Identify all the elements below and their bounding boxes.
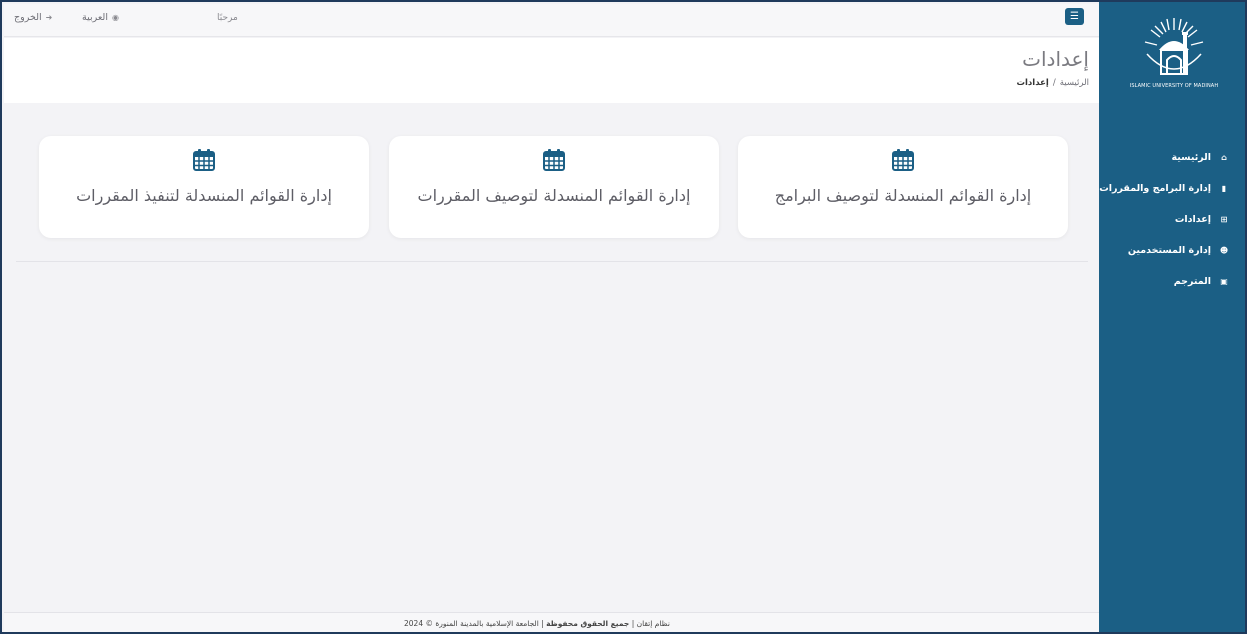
sidebar-item-label: الرئيسية: [1171, 152, 1211, 163]
home-icon: ⌂: [1221, 153, 1227, 162]
logout-label: الخروج: [14, 12, 42, 23]
card-course-description-dropdowns[interactable]: إدارة القوائم المنسدلة لتوصيف المقررات: [389, 136, 719, 238]
university-logo[interactable]: ISLAMIC UNIVERSITY OF MADINAH: [1117, 14, 1231, 106]
breadcrumb-home[interactable]: الرئيسية: [1060, 78, 1089, 88]
logo-caption: ISLAMIC UNIVERSITY OF MADINAH: [1129, 83, 1219, 89]
calendar-icon: [192, 148, 216, 176]
hamburger-icon[interactable]: ☰: [1065, 8, 1084, 25]
book-icon: ▮: [1221, 184, 1227, 193]
breadcrumb-current: إعدادات: [1016, 78, 1049, 88]
footer-org: | الجامعة الإسلامية بالمدينة المنورة © 2…: [404, 619, 544, 628]
footer: نظام إتقان | جميع الحقوق محفوظة | الجامع…: [4, 612, 1101, 632]
language-icon: ▣: [1220, 277, 1228, 286]
sidebar: ISLAMIC UNIVERSITY OF MADINAH ⌂ الرئيسية…: [1099, 2, 1245, 632]
sidebar-item-label: إعدادات: [1174, 214, 1211, 225]
language-label: العربية: [82, 12, 108, 23]
footer-text: نظام إتقان | جميع الحقوق محفوظة | الجامع…: [404, 619, 670, 628]
sidebar-item-home[interactable]: ⌂ الرئيسية: [1099, 142, 1245, 173]
footer-system: نظام إتقان |: [631, 619, 670, 628]
sidebar-item-label: إدارة المستخدمين: [1127, 245, 1211, 256]
sidebar-menu: ⌂ الرئيسية ▮ إدارة البرامج والمقررات ⊞ إ…: [1099, 142, 1245, 297]
users-icon: ☻: [1219, 246, 1229, 255]
card-course-execution-dropdowns[interactable]: إدارة القوائم المنسدلة لتنفيذ المقررات: [39, 136, 369, 238]
sidebar-item-label: إدارة البرامج والمقررات: [1099, 183, 1211, 194]
sidebar-item-translator[interactable]: ▣ المترجم: [1099, 266, 1245, 297]
card-program-dropdowns[interactable]: إدارة القوائم المنسدلة لتوصيف البرامج: [738, 136, 1068, 238]
university-emblem: [1144, 18, 1204, 75]
calendar-icon: [542, 148, 566, 176]
globe-icon: ◉: [111, 13, 119, 22]
breadcrumb: الرئيسية / إعدادات: [1016, 78, 1089, 88]
app-frame: ☰ مرحبًا ◉ العربية ➜ الخروج إعدادات الرئ…: [0, 0, 1247, 634]
sidebar-item-programs-courses[interactable]: ▮ إدارة البرامج والمقررات: [1099, 173, 1245, 204]
sign-out-icon: ➜: [45, 13, 53, 22]
card-label: إدارة القوائم المنسدلة لتنفيذ المقررات: [76, 186, 332, 205]
welcome-text: مرحبًا: [217, 13, 238, 23]
top-bar: ☰ مرحبًا ◉ العربية ➜ الخروج: [4, 4, 1101, 37]
footer-rights: جميع الحقوق محفوظة: [546, 619, 630, 628]
logout-button[interactable]: ➜ الخروج: [14, 12, 52, 23]
content-divider: [16, 261, 1088, 262]
sidebar-item-label: المترجم: [1173, 276, 1211, 287]
sidebar-item-users[interactable]: ☻ إدارة المستخدمين: [1099, 235, 1245, 266]
card-label: إدارة القوائم المنسدلة لتوصيف المقررات: [417, 186, 691, 205]
language-switcher[interactable]: ◉ العربية: [82, 12, 119, 23]
sidebar-item-settings[interactable]: ⊞ إعدادات: [1099, 204, 1245, 235]
breadcrumb-separator: /: [1052, 78, 1056, 88]
card-label: إدارة القوائم المنسدلة لتوصيف البرامج: [774, 186, 1032, 205]
table-icon: ⊞: [1220, 215, 1228, 224]
page-header: إعدادات الرئيسية / إعدادات: [4, 38, 1101, 103]
page-title: إعدادات: [1022, 47, 1089, 71]
calendar-icon: [891, 148, 915, 176]
